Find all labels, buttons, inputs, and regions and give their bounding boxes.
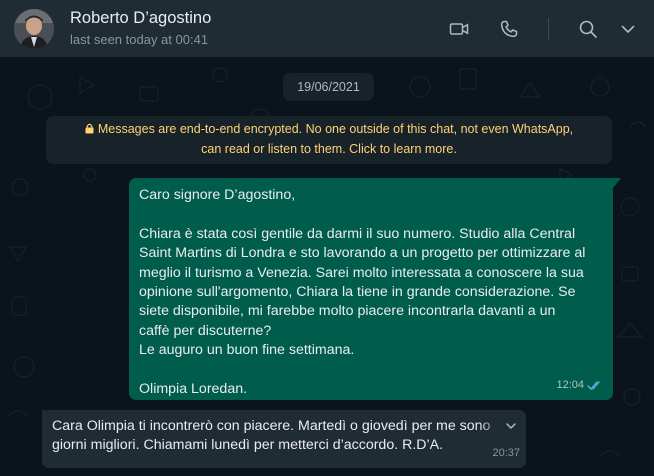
message-line: giorni migliori. Chiamami lunedì per met… <box>52 437 444 454</box>
message-line: caffè per discuterne? <box>139 322 272 339</box>
search-icon[interactable] <box>577 18 599 40</box>
last-seen-status: last seen today at 00:41 <box>70 32 209 47</box>
message-time: 20:37 <box>492 446 520 459</box>
header-divider <box>548 18 549 40</box>
chevron-down-icon[interactable] <box>617 18 639 40</box>
encryption-notice-line2: can read or listen to them. Click to lea… <box>201 142 457 156</box>
message-greeting: Caro signore D’agostino, <box>139 187 296 203</box>
message-line: Le auguro un buon fine settimana. <box>139 342 355 359</box>
double-check-icon <box>587 381 600 390</box>
chat-header: Roberto D’agostino last seen today at 00… <box>0 0 654 57</box>
message-line: siete disponibile, mi farebbe molto piac… <box>139 303 556 320</box>
message-line: opinione sull'argomento, Chiara la tiene… <box>139 284 576 301</box>
message-meta: 12:04 <box>556 376 603 395</box>
chevron-down-icon[interactable] <box>505 420 517 432</box>
message-line: Cara Olimpia ti incontrerò con piacere. … <box>52 418 491 434</box>
incoming-message[interactable]: Cara Olimpia ti incontrerò con piacere. … <box>42 410 526 468</box>
voice-call-icon[interactable] <box>498 18 520 40</box>
message-line: Saint Martins di Londra e sto lavorando … <box>139 245 586 262</box>
chat-area[interactable]: 19/06/2021 Messages are end-to-end encry… <box>0 57 654 476</box>
lock-icon <box>85 123 94 134</box>
avatar[interactable] <box>14 9 54 49</box>
encryption-notice[interactable]: Messages are end-to-end encrypted. No on… <box>46 116 612 164</box>
message-line: Chiara è stata così gentile da darmi il … <box>139 225 576 242</box>
message-time: 12:04 <box>556 378 584 391</box>
contact-name[interactable]: Roberto D’agostino <box>70 9 211 28</box>
message-menu-fade <box>478 410 526 442</box>
outgoing-message[interactable]: Caro signore D’agostino, Chiara è stata … <box>129 178 621 400</box>
message-signature: Olimpia Loredan. <box>139 381 248 398</box>
date-chip: 19/06/2021 <box>283 73 374 101</box>
video-call-icon[interactable] <box>448 18 470 40</box>
message-line: meglio il turismo a Venezia. Sarei molto… <box>139 264 584 281</box>
encryption-notice-line1: Messages are end-to-end encrypted. No on… <box>97 122 574 136</box>
